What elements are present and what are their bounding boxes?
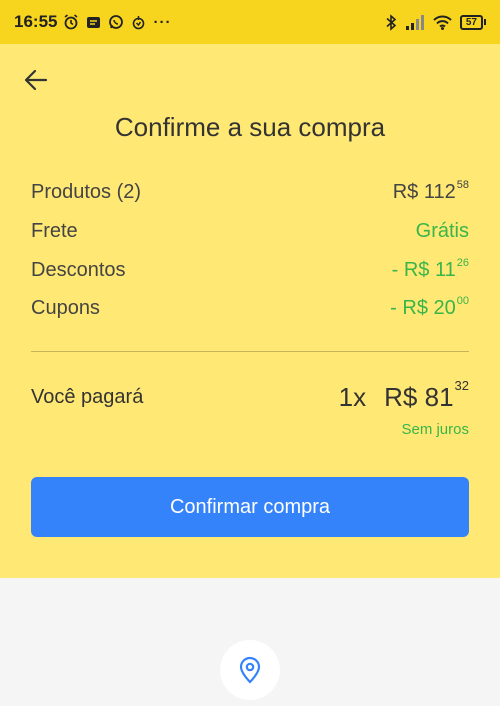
summary-row-produtos: Produtos (2) R$ 11258	[31, 179, 469, 204]
status-bar: 16:55 ··· 57	[0, 0, 500, 44]
location-pin-icon	[239, 656, 261, 684]
location-button[interactable]	[220, 640, 280, 700]
summary-row-descontos: Descontos - R$ 1126	[31, 257, 469, 282]
battery-icon: 57	[459, 14, 486, 30]
produtos-label: Produtos (2)	[31, 181, 142, 203]
wifi-icon	[433, 15, 452, 30]
produtos-value: R$ 11258	[392, 179, 469, 203]
alarm-icon	[64, 14, 78, 30]
bluetooth-icon	[386, 13, 397, 31]
divider	[31, 351, 469, 352]
page-title: Confirme a sua compra	[114, 112, 386, 142]
frete-value: Grátis	[415, 220, 469, 242]
cupons-label: Cupons	[31, 297, 100, 319]
more-notifications-icon: ···	[153, 13, 172, 31]
total-value: 1x R$ 8132	[338, 378, 469, 413]
summary-row-cupons: Cupons - R$ 2000	[31, 295, 469, 320]
descontos-value: - R$ 1126	[391, 257, 469, 281]
total-amount: R$ 8132	[384, 378, 469, 412]
interest-note: Sem juros	[401, 421, 469, 438]
installments: 1x	[338, 382, 367, 412]
app-notification-icon	[133, 15, 145, 29]
summary-row-frete: Frete Grátis	[31, 220, 469, 243]
back-arrow-icon[interactable]	[22, 66, 50, 94]
descontos-label: Descontos	[31, 259, 126, 281]
total-label: Você pagará	[31, 386, 144, 408]
status-time: 16:55	[14, 12, 58, 31]
purchase-summary-panel: Confirme a sua compra Produtos (2) R$ 11…	[0, 44, 500, 578]
whatsapp-icon	[109, 15, 124, 29]
cupons-value: - R$ 2000	[390, 295, 469, 319]
message-icon	[87, 16, 101, 28]
signal-icon	[405, 14, 424, 30]
confirm-purchase-button[interactable]: Confirmar compra	[31, 477, 469, 537]
frete-label: Frete	[31, 220, 78, 242]
